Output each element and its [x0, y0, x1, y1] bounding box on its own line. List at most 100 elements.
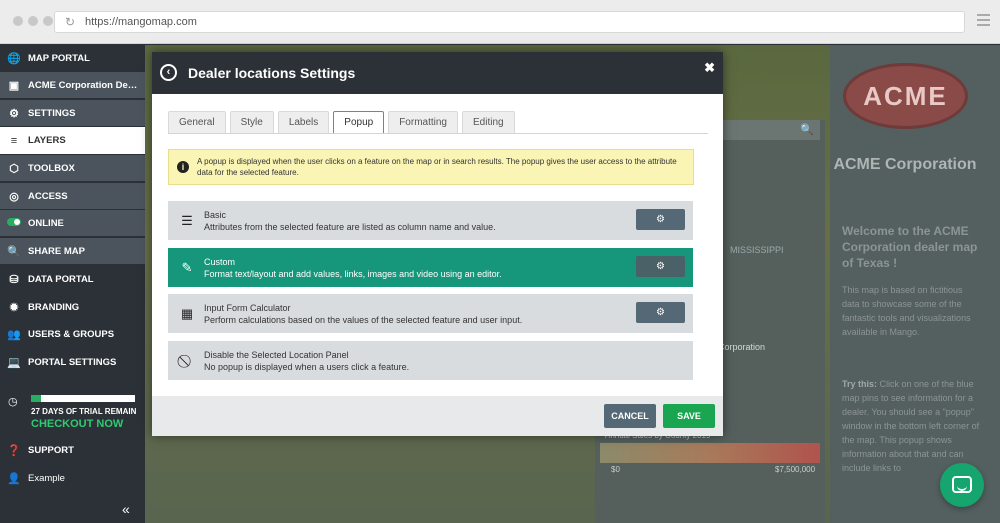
user-icon: 👤 [7, 473, 21, 485]
collapse-sidebar-icon[interactable]: « [122, 501, 130, 517]
sidebar-item-label: ONLINE [28, 217, 64, 229]
settings-modal: ‹ Dealer locations Settings ✖ General St… [152, 52, 723, 436]
option-desc: Format text/layout and add values, links… [204, 269, 502, 279]
option-title: Custom [204, 257, 236, 267]
sidebar-item-branding[interactable]: ✹ BRANDING [0, 294, 145, 321]
browser-chrome: ↻ https://mangomap.com [0, 0, 1000, 44]
chart-min-label: $0 [611, 465, 620, 474]
try-label: Try this: [842, 379, 878, 389]
minimize-dot[interactable] [28, 16, 38, 26]
share-icon: 🔍 [7, 245, 21, 258]
browser-menu-icon[interactable] [977, 14, 990, 28]
sidebar-item-label: SUPPORT [28, 445, 74, 456]
tab-bar: General Style Labels Popup Formatting Ed… [168, 111, 515, 133]
tab-editing[interactable]: Editing [462, 111, 515, 133]
sidebar-item-access[interactable]: ◎ ACCESS [0, 183, 145, 210]
globe-icon: 🌐 [7, 53, 21, 65]
popup-option-basic[interactable]: ☰ Basic Attributes from the selected fea… [168, 201, 693, 240]
sidebar-item-label: USERS & GROUPS [28, 329, 115, 340]
cancel-button[interactable]: CANCEL [604, 404, 656, 428]
sidebar-item-users-groups[interactable]: 👥 USERS & GROUPS [0, 321, 145, 348]
configure-button[interactable]: ⚙ [636, 256, 685, 277]
legend-chart [600, 443, 820, 463]
sidebar-item-label: BRANDING [28, 302, 80, 313]
ban-icon: ⃠ [179, 353, 195, 369]
info-welcome: Welcome to the ACME Corporation dealer m… [842, 224, 978, 270]
layers-icon: ≡ [10, 134, 18, 147]
sidebar-item-label: ACCESS [28, 190, 68, 202]
gear-icon: ⚙ [9, 107, 19, 120]
sidebar-item-data-portal[interactable]: ⛁ DATA PORTAL [0, 266, 145, 293]
popup-option-calculator[interactable]: ▦ Input Form Calculator Perform calculat… [168, 294, 693, 333]
sidebar-item-settings[interactable]: ⚙ SETTINGS [0, 100, 145, 127]
sidebar-item-label: ACME Corporation Dealer Map [28, 79, 138, 91]
database-icon: ⛁ [9, 274, 19, 286]
toggle-icon[interactable] [7, 218, 21, 226]
trial-text: 27 DAYS OF TRIAL REMAIN [31, 407, 137, 416]
logo-text: ACME [863, 80, 948, 111]
badge-icon: ✹ [9, 302, 19, 314]
chat-button[interactable] [940, 463, 984, 507]
notice-text: A popup is displayed when the user click… [197, 157, 677, 177]
configure-button[interactable]: ⚙ [636, 302, 685, 323]
users-icon: 👥 [7, 329, 21, 341]
tab-style[interactable]: Style [229, 111, 274, 133]
tab-formatting[interactable]: Formatting [388, 111, 458, 133]
popup-option-disable[interactable]: ⃠ Disable the Selected Location Panel No… [168, 341, 693, 380]
option-title: Basic [204, 210, 227, 220]
cube-icon: ⬡ [9, 162, 19, 175]
maximize-dot[interactable] [43, 16, 53, 26]
search-icon[interactable]: 🔍 [800, 123, 814, 136]
lock-icon: ◎ [9, 190, 19, 203]
gear-icon: ⚙ [656, 261, 665, 272]
sidebar-item-user[interactable]: 👤 Example [0, 465, 145, 492]
close-dot[interactable] [13, 16, 23, 26]
configure-button[interactable]: ⚙ [636, 209, 685, 230]
calculator-icon: ▦ [180, 306, 194, 321]
checkout-link[interactable]: CHECKOUT NOW [31, 418, 123, 430]
tab-general[interactable]: General [168, 111, 226, 133]
sidebar-item-label: DATA PORTAL [28, 274, 94, 285]
sidebar-item-toolbox[interactable]: ⬡ TOOLBOX [0, 155, 145, 182]
tab-popup[interactable]: Popup [333, 111, 385, 133]
sidebar-item-online[interactable]: ONLINE [0, 210, 145, 237]
back-icon[interactable]: ‹ [160, 64, 177, 81]
save-button[interactable]: SAVE [663, 404, 715, 428]
trial-progress-bar [31, 395, 135, 402]
close-icon[interactable]: ✖ [704, 60, 715, 76]
url-text[interactable]: https://mangomap.com [85, 16, 197, 28]
info-notice: i A popup is displayed when the user cli… [168, 149, 694, 185]
modal-header: ‹ Dealer locations Settings ✖ [152, 52, 723, 94]
sidebar-item-acme-map[interactable]: ▣ ACME Corporation Dealer Map [0, 72, 145, 99]
option-desc: Attributes from the selected feature are… [204, 222, 496, 232]
map-corp-label: Corporation [718, 342, 766, 352]
laptop-icon: 💻 [7, 357, 21, 369]
sidebar-item-share-map[interactable]: 🔍 SHARE MAP [0, 238, 145, 265]
info-panel: ACME ACME Corporation Welcome to the ACM… [830, 45, 1000, 523]
map-state-label: MISSISSIPPI [730, 245, 784, 255]
chat-icon [952, 476, 972, 493]
sidebar-item-map-portal[interactable]: 🌐 MAP PORTAL [0, 45, 145, 72]
info-title: ACME Corporation [833, 156, 977, 173]
sidebar-item-label: MAP PORTAL [28, 53, 90, 64]
sidebar-item-portal-settings[interactable]: 💻 PORTAL SETTINGS [0, 349, 145, 376]
option-desc: Perform calculations based on the values… [204, 315, 523, 325]
reload-icon[interactable]: ↻ [65, 15, 79, 29]
info-icon: i [177, 161, 189, 173]
sidebar-item-label: LAYERS [28, 135, 66, 146]
sidebar-item-layers[interactable]: ≡ LAYERS [0, 127, 160, 154]
sidebar-item-label: SETTINGS [28, 107, 76, 119]
gear-icon: ⚙ [656, 307, 665, 318]
help-icon: ❓ [7, 445, 21, 457]
sidebar-item-label: TOOLBOX [28, 162, 75, 174]
option-title: Input Form Calculator [204, 303, 291, 313]
popup-option-custom[interactable]: ✎ Custom Format text/layout and add valu… [168, 248, 693, 287]
modal-footer: CANCEL SAVE [152, 396, 723, 436]
sidebar-item-label: Example [28, 473, 65, 484]
sidebar-item-label: SHARE MAP [28, 245, 86, 257]
info-paragraph-2-text: Click on one of the blue map pins to see… [842, 379, 980, 459]
tab-labels[interactable]: Labels [277, 111, 330, 133]
sidebar-item-support[interactable]: ❓ SUPPORT [0, 437, 145, 464]
address-bar[interactable]: ↻ https://mangomap.com [54, 11, 965, 33]
info-paragraph-2: Try this: Click on one of the blue map p… [842, 377, 982, 475]
